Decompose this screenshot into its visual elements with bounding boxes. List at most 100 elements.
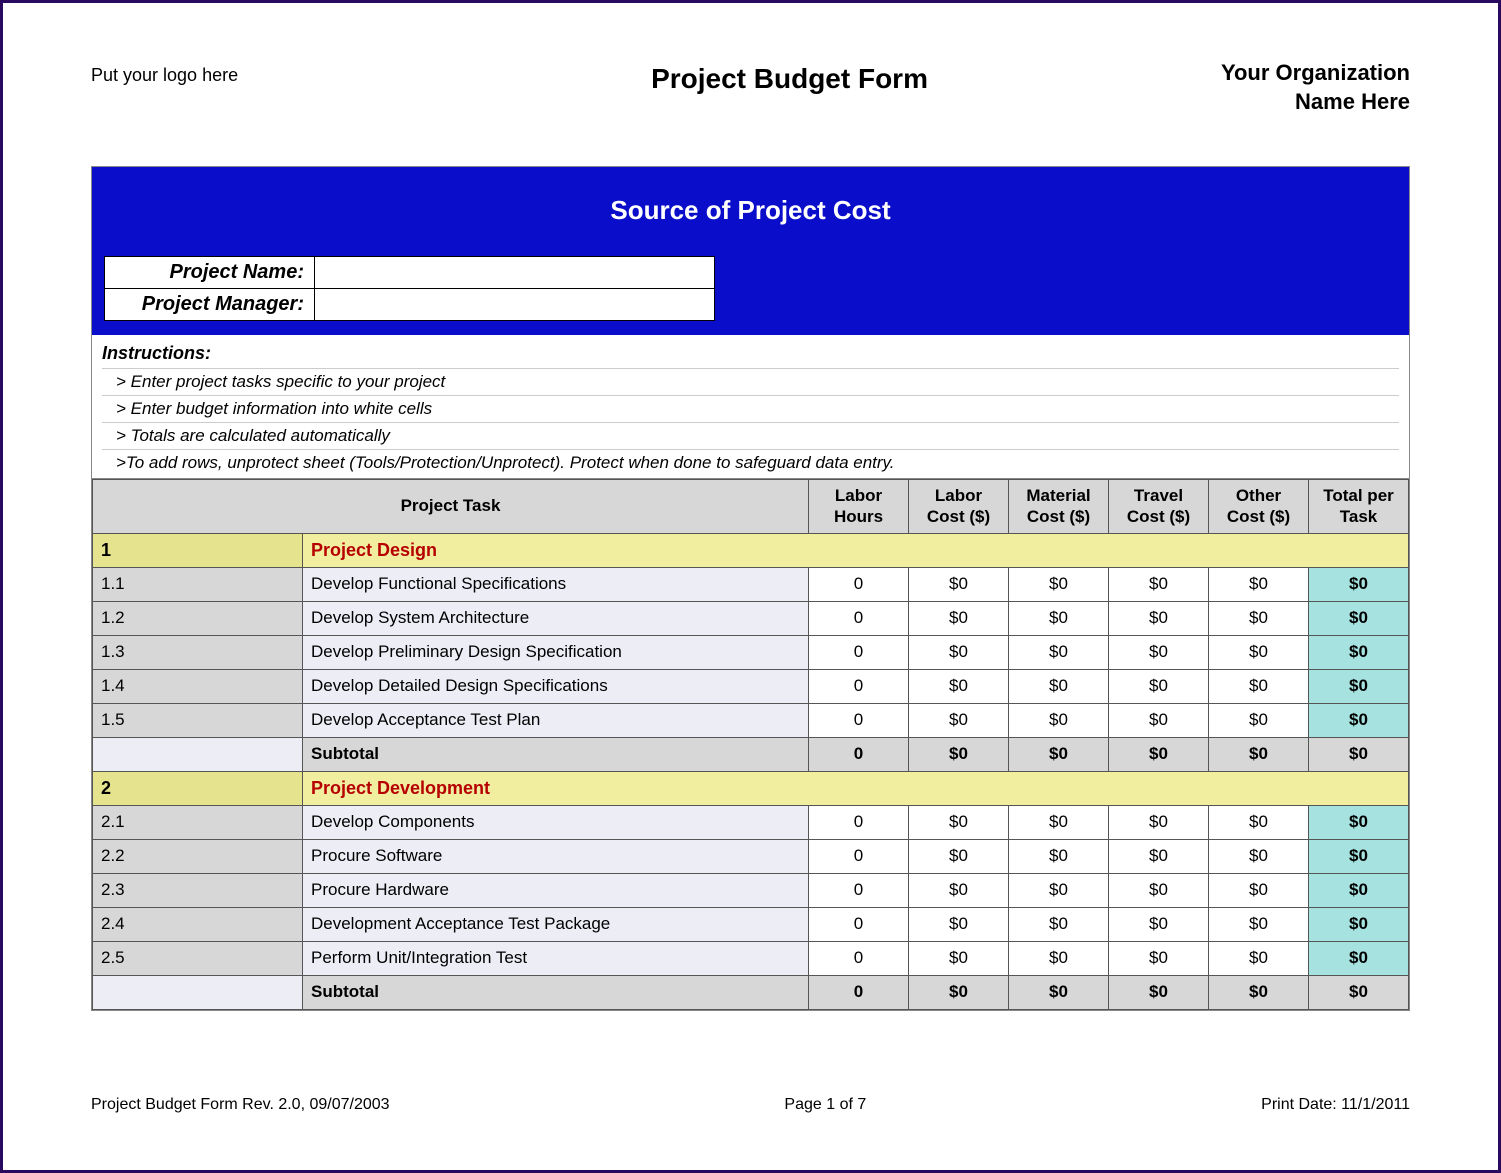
other-cost-cell[interactable]: $0 (1209, 703, 1309, 737)
labor-hours-cell[interactable]: 0 (809, 601, 909, 635)
labor-hours-cell[interactable]: 0 (809, 703, 909, 737)
travel-cost-cell[interactable]: $0 (1109, 941, 1209, 975)
task-row: 1.3Develop Preliminary Design Specificat… (93, 635, 1409, 669)
subtotal-row: Subtotal0$0$0$0$0$0 (93, 975, 1409, 1009)
labor-cost-cell[interactable]: $0 (909, 703, 1009, 737)
task-name[interactable]: Development Acceptance Test Package (303, 907, 809, 941)
labor-hours-cell[interactable]: 0 (809, 839, 909, 873)
material-cost-cell[interactable]: $0 (1009, 669, 1109, 703)
section-title: Project Design (303, 533, 1409, 567)
subtotal-travel: $0 (1109, 737, 1209, 771)
section-number: 1 (93, 533, 303, 567)
task-number: 1.1 (93, 567, 303, 601)
project-name-input[interactable] (315, 257, 715, 289)
task-number: 2.3 (93, 873, 303, 907)
labor-hours-cell[interactable]: 0 (809, 941, 909, 975)
other-cost-cell[interactable]: $0 (1209, 601, 1309, 635)
total-cell: $0 (1309, 873, 1409, 907)
travel-cost-cell[interactable]: $0 (1109, 907, 1209, 941)
task-name[interactable]: Develop Detailed Design Specifications (303, 669, 809, 703)
labor-cost-cell[interactable]: $0 (909, 601, 1009, 635)
labor-cost-cell[interactable]: $0 (909, 907, 1009, 941)
other-cost-cell[interactable]: $0 (1209, 873, 1309, 907)
task-row: 1.5Develop Acceptance Test Plan0$0$0$0$0… (93, 703, 1409, 737)
total-cell: $0 (1309, 601, 1409, 635)
labor-cost-cell[interactable]: $0 (909, 635, 1009, 669)
task-name[interactable]: Procure Software (303, 839, 809, 873)
organization-name: Your Organization Name Here (1221, 59, 1410, 116)
instructions-heading: Instructions: (102, 343, 1399, 364)
travel-cost-cell[interactable]: $0 (1109, 601, 1209, 635)
task-number: 1.3 (93, 635, 303, 669)
labor-cost-cell[interactable]: $0 (909, 669, 1009, 703)
material-cost-cell[interactable]: $0 (1009, 907, 1109, 941)
project-manager-input[interactable] (315, 289, 715, 321)
task-name[interactable]: Develop Acceptance Test Plan (303, 703, 809, 737)
travel-cost-cell[interactable]: $0 (1109, 805, 1209, 839)
task-row: 1.2Develop System Architecture0$0$0$0$0$… (93, 601, 1409, 635)
budget-grid: Project Task Labor Hours Labor Cost ($) … (92, 479, 1409, 1010)
travel-cost-cell[interactable]: $0 (1109, 669, 1209, 703)
labor-hours-cell[interactable]: 0 (809, 635, 909, 669)
total-cell: $0 (1309, 567, 1409, 601)
subtotal-material: $0 (1009, 975, 1109, 1009)
other-cost-cell[interactable]: $0 (1209, 567, 1309, 601)
task-row: 2.1Develop Components0$0$0$0$0$0 (93, 805, 1409, 839)
instruction-line: > Totals are calculated automatically (102, 422, 1399, 449)
task-number: 2.2 (93, 839, 303, 873)
material-cost-cell[interactable]: $0 (1009, 703, 1109, 737)
labor-cost-cell[interactable]: $0 (909, 805, 1009, 839)
labor-hours-cell[interactable]: 0 (809, 669, 909, 703)
task-name[interactable]: Develop Components (303, 805, 809, 839)
labor-cost-cell[interactable]: $0 (909, 567, 1009, 601)
other-cost-cell[interactable]: $0 (1209, 907, 1309, 941)
labor-hours-cell[interactable]: 0 (809, 907, 909, 941)
col-labor-hours: Labor Hours (809, 480, 909, 534)
travel-cost-cell[interactable]: $0 (1109, 635, 1209, 669)
labor-hours-cell[interactable]: 0 (809, 567, 909, 601)
other-cost-cell[interactable]: $0 (1209, 669, 1309, 703)
travel-cost-cell[interactable]: $0 (1109, 703, 1209, 737)
task-name[interactable]: Perform Unit/Integration Test (303, 941, 809, 975)
travel-cost-cell[interactable]: $0 (1109, 873, 1209, 907)
task-number: 2.1 (93, 805, 303, 839)
other-cost-cell[interactable]: $0 (1209, 805, 1309, 839)
material-cost-cell[interactable]: $0 (1009, 839, 1109, 873)
subtotal-hours: 0 (809, 737, 909, 771)
task-number: 2.4 (93, 907, 303, 941)
labor-cost-cell[interactable]: $0 (909, 873, 1009, 907)
material-cost-cell[interactable]: $0 (1009, 635, 1109, 669)
subtotal-total: $0 (1309, 975, 1409, 1009)
subtotal-total: $0 (1309, 737, 1409, 771)
material-cost-cell[interactable]: $0 (1009, 805, 1109, 839)
travel-cost-cell[interactable]: $0 (1109, 839, 1209, 873)
document-title: Project Budget Form (358, 59, 1221, 95)
labor-cost-cell[interactable]: $0 (909, 941, 1009, 975)
other-cost-cell[interactable]: $0 (1209, 941, 1309, 975)
task-number: 1.4 (93, 669, 303, 703)
col-total-per-task: Total per Task (1309, 480, 1409, 534)
task-row: 1.4Develop Detailed Design Specification… (93, 669, 1409, 703)
task-name[interactable]: Develop Preliminary Design Specification (303, 635, 809, 669)
other-cost-cell[interactable]: $0 (1209, 839, 1309, 873)
total-cell: $0 (1309, 669, 1409, 703)
material-cost-cell[interactable]: $0 (1009, 941, 1109, 975)
col-project-task: Project Task (93, 480, 809, 534)
material-cost-cell[interactable]: $0 (1009, 873, 1109, 907)
material-cost-cell[interactable]: $0 (1009, 601, 1109, 635)
total-cell: $0 (1309, 703, 1409, 737)
section-number: 2 (93, 771, 303, 805)
material-cost-cell[interactable]: $0 (1009, 567, 1109, 601)
other-cost-cell[interactable]: $0 (1209, 635, 1309, 669)
project-meta-table: Project Name: Project Manager: (104, 256, 715, 321)
labor-hours-cell[interactable]: 0 (809, 805, 909, 839)
labor-hours-cell[interactable]: 0 (809, 873, 909, 907)
subtotal-travel: $0 (1109, 975, 1209, 1009)
total-cell: $0 (1309, 941, 1409, 975)
col-labor-cost: Labor Cost ($) (909, 480, 1009, 534)
labor-cost-cell[interactable]: $0 (909, 839, 1009, 873)
task-name[interactable]: Procure Hardware (303, 873, 809, 907)
travel-cost-cell[interactable]: $0 (1109, 567, 1209, 601)
task-name[interactable]: Develop Functional Specifications (303, 567, 809, 601)
task-name[interactable]: Develop System Architecture (303, 601, 809, 635)
